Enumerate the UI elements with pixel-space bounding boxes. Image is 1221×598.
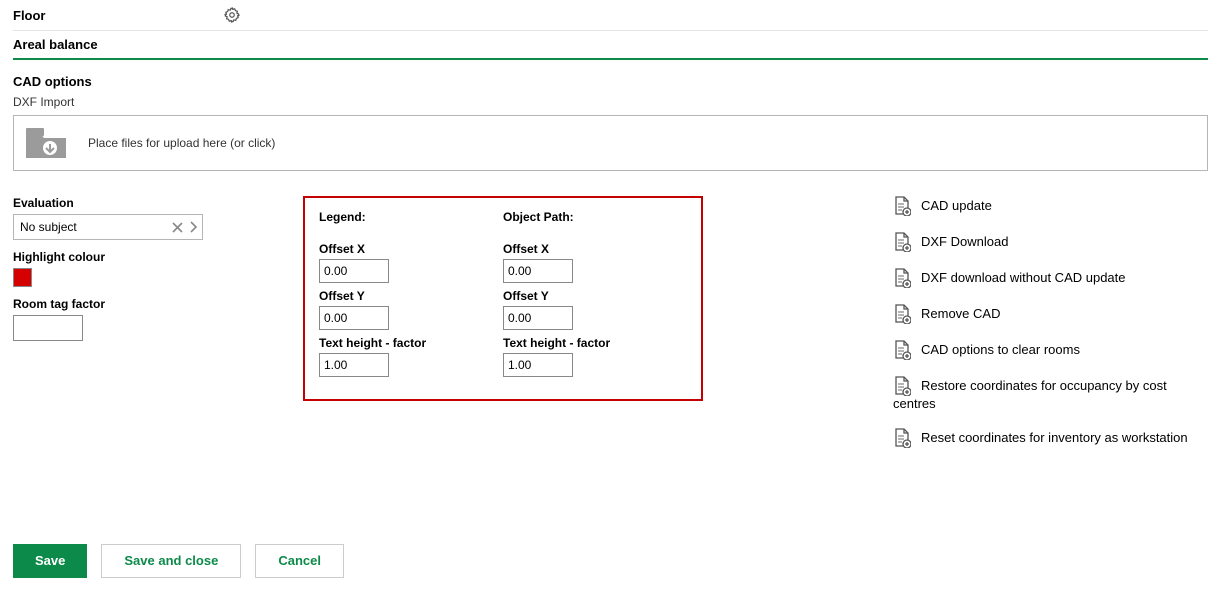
evaluation-value: No subject: [20, 220, 77, 234]
document-plus-icon: [893, 196, 911, 216]
highlight-colour-label: Highlight colour: [13, 250, 303, 264]
evaluation-select[interactable]: No subject: [13, 214, 203, 240]
action-restore-coordinates-line2: centres: [893, 396, 1208, 412]
objpath-offset-y-input[interactable]: [503, 306, 573, 330]
legend-offset-x-input[interactable]: [319, 259, 389, 283]
dxf-import-label: DXF Import: [13, 95, 1208, 109]
action-label: Remove CAD: [921, 306, 1000, 322]
action-dxf-download-no-update[interactable]: DXF download without CAD update: [893, 268, 1208, 288]
document-plus-icon: [893, 232, 911, 252]
areal-balance-label: Areal balance: [13, 37, 223, 52]
objpath-text-height-label: Text height - factor: [503, 336, 687, 350]
room-tag-factor-label: Room tag factor: [13, 297, 303, 311]
legend-objectpath-panel: Legend: Offset X Offset Y Text height - …: [303, 196, 703, 401]
room-tag-factor-input[interactable]: [13, 315, 83, 341]
action-label: Reset coordinates for inventory as works…: [921, 430, 1188, 446]
legend-offset-y-label: Offset Y: [319, 289, 503, 303]
row-floor: Floor: [13, 0, 1208, 31]
action-label: DXF download without CAD update: [921, 270, 1126, 286]
legend-title: Legend:: [319, 210, 503, 224]
clear-icon[interactable]: [172, 222, 183, 233]
document-plus-icon: [893, 376, 911, 396]
objpath-text-height-input[interactable]: [503, 353, 573, 377]
document-plus-icon: [893, 304, 911, 324]
highlight-colour-swatch[interactable]: [13, 268, 32, 287]
chevron-right-icon[interactable]: [189, 221, 198, 233]
document-plus-icon: [893, 340, 911, 360]
action-label: DXF Download: [921, 234, 1008, 250]
action-cad-options-clear-rooms[interactable]: CAD options to clear rooms: [893, 340, 1208, 360]
action-remove-cad[interactable]: Remove CAD: [893, 304, 1208, 324]
dropzone-hint: Place files for upload here (or click): [88, 136, 275, 150]
action-label: CAD options to clear rooms: [921, 342, 1080, 358]
objpath-offset-x-input[interactable]: [503, 259, 573, 283]
gear-icon[interactable]: [223, 6, 241, 24]
row-areal-balance: Areal balance: [13, 31, 1208, 60]
action-reset-inventory[interactable]: Reset coordinates for inventory as works…: [893, 428, 1208, 448]
footer-buttons: Save Save and close Cancel: [13, 544, 1208, 578]
legend-text-height-label: Text height - factor: [319, 336, 503, 350]
objpath-offset-x-label: Offset X: [503, 242, 687, 256]
action-dxf-download[interactable]: DXF Download: [893, 232, 1208, 252]
floor-label: Floor: [13, 8, 223, 23]
legend-text-height-input[interactable]: [319, 353, 389, 377]
action-label: Restore coordinates for occupancy by cos…: [921, 378, 1167, 394]
cad-options-title: CAD options: [13, 74, 1208, 89]
action-label: CAD update: [921, 198, 992, 214]
document-plus-icon: [893, 428, 911, 448]
action-restore-coordinates[interactable]: Restore coordinates for occupancy by cos…: [893, 376, 1208, 396]
legend-offset-x-label: Offset X: [319, 242, 503, 256]
save-button[interactable]: Save: [13, 544, 87, 578]
evaluation-label: Evaluation: [13, 196, 303, 210]
cad-actions-list: CAD update DXF Download: [893, 196, 1208, 448]
legend-offset-y-input[interactable]: [319, 306, 389, 330]
document-plus-icon: [893, 268, 911, 288]
object-path-title: Object Path:: [503, 210, 687, 224]
cancel-button[interactable]: Cancel: [255, 544, 344, 578]
folder-upload-icon: [24, 126, 68, 160]
upload-dropzone[interactable]: Place files for upload here (or click): [13, 115, 1208, 171]
objpath-offset-y-label: Offset Y: [503, 289, 687, 303]
action-cad-update[interactable]: CAD update: [893, 196, 1208, 216]
save-and-close-button[interactable]: Save and close: [101, 544, 241, 578]
